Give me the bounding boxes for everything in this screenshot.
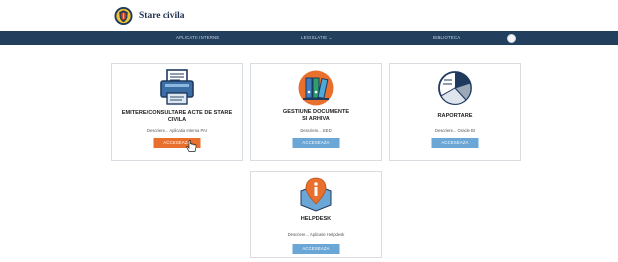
info-pin-icon	[300, 177, 332, 212]
nav-item-biblioteca[interactable]: BIBLIOTECA	[433, 31, 460, 45]
card-emitere-consultare: EMITERE/CONSULTARE ACTE DE STARE CIVILA …	[111, 63, 243, 161]
card-gestiune-documente: GESTIUNE DOCUMENTE SI ARHIVA Descriere..…	[250, 63, 382, 161]
card-title: HELPDESK	[300, 216, 332, 222]
acceseaza-button-gestiune[interactable]: ACCESEAZA	[292, 138, 340, 148]
card-title: RAPORTARE	[437, 113, 473, 119]
card-description: Descriere... EED	[300, 128, 332, 133]
card-raportare: RAPORTARE Descriere... Oracle BI ACCESEA…	[389, 63, 521, 161]
hand-cursor-icon	[186, 140, 197, 152]
card-helpdesk: HELPDESK Descriere... Aplicatie Helpdesk…	[250, 171, 382, 258]
acceseaza-button-helpdesk[interactable]: ACCESEAZA	[292, 244, 340, 254]
navbar: APLICATII INTERNE LEGISLATIE ⌄ BIBLIOTEC…	[0, 31, 618, 45]
acceseaza-button-raportare[interactable]: ACCESEAZA	[431, 138, 479, 148]
app-title: Stare civila	[139, 11, 185, 21]
coat-of-arms-icon	[114, 6, 133, 26]
binders-icon	[298, 70, 334, 106]
pie-chart-icon	[438, 71, 472, 105]
card-title: GESTIUNE DOCUMENTE SI ARHIVA	[282, 109, 350, 122]
header: Stare civila	[0, 0, 618, 31]
card-title: EMITERE/CONSULTARE ACTE DE STARE CIVILA	[121, 110, 233, 123]
logo[interactable]: Stare civila	[114, 6, 184, 26]
card-description: Descriere... Aplicatia Interna PAI	[147, 128, 207, 133]
user-avatar[interactable]	[507, 33, 516, 43]
nav-item-legislatie[interactable]: LEGISLATIE ⌄	[301, 31, 332, 45]
nav-item-aplicatii-interne[interactable]: APLICATII INTERNE	[176, 31, 219, 45]
document-printer-icon	[160, 69, 194, 105]
card-description: Descriere... Aplicatie Helpdesk	[287, 232, 345, 237]
card-description: Descriere... Oracle BI	[434, 128, 476, 133]
